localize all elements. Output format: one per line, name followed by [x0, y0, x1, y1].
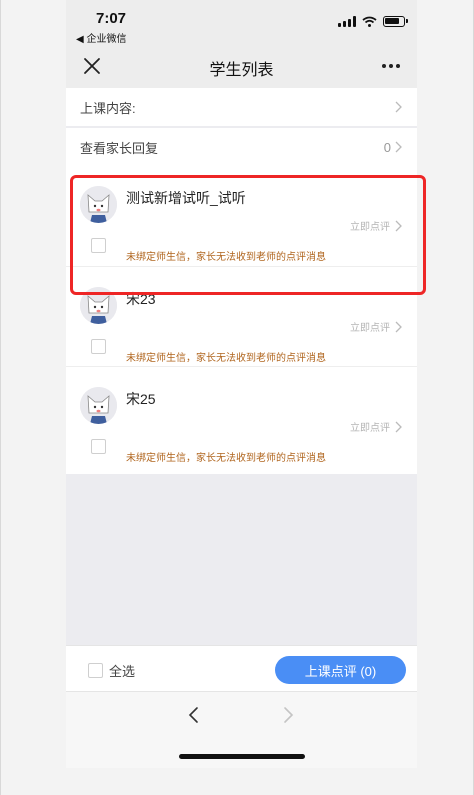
checkbox-box [88, 663, 103, 678]
chevron-right-icon [395, 220, 402, 231]
battery-icon [383, 15, 408, 27]
cat-avatar-icon [80, 287, 117, 324]
cat-avatar-icon [80, 387, 117, 424]
back-arrow-icon[interactable] [184, 705, 204, 725]
student-list: 测试新增试听_试听 立即点评 未绑定师生信，家长无法收到老师的点评消息 宋23 [66, 166, 417, 474]
chevron-right-icon [395, 141, 402, 153]
student-name: 测试新增试听_试听 [126, 190, 246, 206]
binding-warning: 未绑定师生信，家长无法收到老师的点评消息 [126, 453, 326, 464]
page-title: 学生列表 [209, 62, 274, 79]
avatar [80, 186, 117, 223]
comment-now-label: 立即点评 [350, 323, 390, 334]
cat-avatar-icon [80, 186, 117, 223]
lesson-content-label: 上课内容: [80, 100, 136, 116]
student-item: 测试新增试听_试听 立即点评 未绑定师生信，家长无法收到老师的点评消息 [66, 166, 417, 266]
parent-reply-row[interactable]: 查看家长回复 0 [66, 128, 417, 166]
signal-icon [338, 15, 356, 27]
student-name: 宋23 [126, 291, 156, 307]
footer-bar: 全选 上课点评 (0) [66, 645, 417, 691]
student-checkbox[interactable] [91, 339, 106, 354]
submit-comment-button[interactable]: 上课点评 (0) [275, 656, 406, 684]
status-bar: 7:07 ◀ 企业微信 [66, 0, 417, 45]
nav-bar: 学生列表 [66, 44, 417, 88]
binding-warning: 未绑定师生信，家长无法收到老师的点评消息 [126, 353, 326, 364]
comment-now-label: 立即点评 [350, 222, 390, 233]
student-checkbox[interactable] [91, 439, 106, 454]
status-icons [338, 15, 408, 27]
forward-arrow-icon[interactable] [278, 705, 298, 725]
home-indicator [179, 754, 305, 759]
avatar [80, 387, 117, 424]
wifi-icon [362, 16, 377, 27]
status-time: 7:07 [96, 10, 127, 27]
student-checkbox[interactable] [91, 238, 106, 253]
avatar [80, 287, 117, 324]
binding-warning: 未绑定师生信，家长无法收到老师的点评消息 [126, 252, 326, 263]
phone-screen: 7:07 ◀ 企业微信 学生列表 上课内容: 查看家长回复 0 测试新增试听_试… [66, 0, 417, 768]
browser-nav-bar [66, 691, 417, 768]
student-name: 宋25 [126, 391, 156, 407]
student-item: 宋25 立即点评 未绑定师生信，家长无法收到老师的点评消息 [66, 366, 417, 466]
student-item: 宋23 立即点评 未绑定师生信，家长无法收到老师的点评消息 [66, 266, 417, 366]
page-edge-left [0, 0, 1, 795]
chevron-right-icon [395, 421, 402, 432]
comment-now-link[interactable]: 立即点评 [350, 419, 403, 434]
more-icon[interactable] [379, 54, 403, 78]
chevron-right-icon [395, 101, 402, 113]
lesson-content-row[interactable]: 上课内容: [66, 88, 417, 126]
back-to-app-link[interactable]: ◀ 企业微信 [76, 30, 126, 45]
parent-reply-count: 0 [383, 139, 391, 155]
select-all-label: 全选 [109, 664, 136, 679]
comment-now-label: 立即点评 [350, 423, 390, 434]
comment-now-link[interactable]: 立即点评 [350, 319, 403, 334]
chevron-right-icon [395, 321, 402, 332]
comment-now-link[interactable]: 立即点评 [350, 218, 403, 233]
select-all-checkbox[interactable]: 全选 [88, 661, 135, 680]
parent-reply-label: 查看家长回复 [80, 140, 159, 156]
